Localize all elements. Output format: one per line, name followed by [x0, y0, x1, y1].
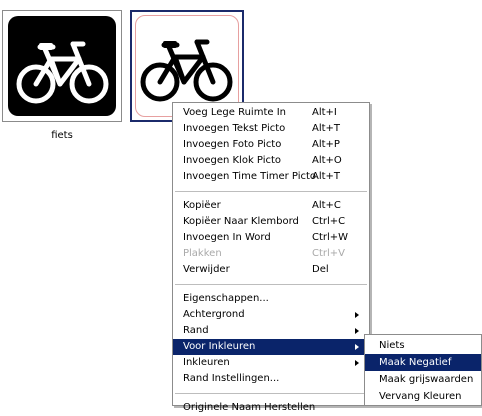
menu-item-voor-inkleuren[interactable]: Voor Inkleuren	[173, 339, 369, 355]
submenu-item-maak-negatief[interactable]: Maak Negatief	[365, 354, 481, 371]
menu-item-shortcut: Ctrl+C	[312, 216, 346, 227]
menu-item-verwijder[interactable]: Verwijder Del	[173, 262, 369, 278]
submenu-item-vervang-kleuren[interactable]: Vervang Kleuren	[365, 388, 481, 405]
menu-item-label: Maak grijswaarden	[379, 374, 474, 385]
submenu-arrow-icon	[355, 344, 359, 350]
menu-item-label: Kopiëer	[183, 200, 221, 211]
submenu-voor-inkleuren: Niets Maak Negatief Maak grijswaarden Ve…	[364, 334, 482, 406]
submenu-item-maak-grijswaarden[interactable]: Maak grijswaarden	[365, 371, 481, 388]
menu-item-label: Vervang Kleuren	[379, 391, 462, 402]
menu-item-shortcut: Alt+C	[312, 200, 341, 211]
submenu-item-niets[interactable]: Niets	[365, 337, 481, 354]
menu-item-shortcut: Alt+O	[312, 155, 342, 166]
menu-item-rand[interactable]: Rand	[173, 323, 369, 339]
menu-item-label: Invoegen Klok Picto	[183, 155, 282, 166]
menu-item-invoegen-foto-picto[interactable]: Invoegen Foto Picto Alt+P	[173, 137, 369, 153]
menu-item-label: Niets	[379, 340, 405, 351]
menu-item-shortcut: Alt+I	[312, 107, 337, 118]
menu-item-invoegen-time-timer-picto[interactable]: Invoegen Time Timer Picto Alt+T	[173, 169, 369, 185]
menu-item-originele-naam-herstellen[interactable]: Originele Naam Herstellen	[173, 400, 369, 416]
menu-item-label: Originele Naam Herstellen	[183, 402, 316, 413]
menu-item-invoegen-in-word[interactable]: Invoegen In Word Ctrl+W	[173, 230, 369, 246]
menu-item-label: Achtergrond	[183, 309, 245, 320]
menu-item-label: Invoegen Time Timer Picto	[183, 171, 317, 182]
menu-item-shortcut: Alt+T	[312, 123, 341, 134]
menu-item-eigenschappen[interactable]: Eigenschappen...	[173, 291, 369, 307]
menu-item-label: Maak Negatief	[379, 357, 452, 368]
menu-item-kopieer[interactable]: Kopiëer Alt+C	[173, 198, 369, 214]
tile-caption: fiets	[51, 130, 73, 141]
pictogram-tile-negative[interactable]	[2, 10, 122, 122]
menu-item-label: Inkleuren	[183, 357, 230, 368]
submenu-arrow-icon	[355, 312, 359, 318]
menu-item-invoegen-klok-picto[interactable]: Invoegen Klok Picto Alt+O	[173, 153, 369, 169]
bicycle-icon	[16, 41, 109, 104]
menu-item-kopieer-naar-klembord[interactable]: Kopiëer Naar Klembord Ctrl+C	[173, 214, 369, 230]
menu-item-shortcut: Del	[312, 264, 329, 275]
menu-item-label: Invoegen Foto Picto	[183, 139, 282, 150]
menu-item-invoegen-tekst-picto[interactable]: Invoegen Tekst Picto Alt+T	[173, 121, 369, 137]
menu-item-shortcut: Alt+T	[312, 171, 341, 182]
menu-item-achtergrond[interactable]: Achtergrond	[173, 307, 369, 323]
menu-item-voeg-lege-ruimte-in[interactable]: Voeg Lege Ruimte In Alt+I	[173, 105, 369, 121]
menu-separator	[175, 191, 367, 192]
menu-separator	[175, 284, 367, 285]
menu-item-plakken: Plakken Ctrl+V	[173, 246, 369, 262]
menu-item-label: Voeg Lege Ruimte In	[183, 107, 286, 118]
context-menu: Voeg Lege Ruimte In Alt+I Invoegen Tekst…	[172, 102, 370, 413]
menu-item-label: Verwijder	[183, 264, 230, 275]
submenu-arrow-icon	[355, 360, 359, 366]
menu-item-label: Invoegen Tekst Picto	[183, 123, 286, 134]
menu-item-label: Rand	[183, 325, 209, 336]
menu-item-shortcut: Ctrl+V	[312, 248, 346, 259]
menu-item-label: Invoegen In Word	[183, 232, 271, 243]
menu-item-label: Eigenschappen...	[183, 293, 269, 304]
menu-item-label: Rand Instellingen...	[183, 373, 280, 384]
menu-item-inkleuren[interactable]: Inkleuren	[173, 355, 369, 371]
menu-item-shortcut: Alt+P	[312, 139, 340, 150]
menu-item-shortcut: Ctrl+W	[312, 232, 349, 243]
submenu-arrow-icon	[355, 328, 359, 334]
menu-item-label: Voor Inkleuren	[183, 341, 256, 352]
menu-item-rand-instellingen[interactable]: Rand Instellingen...	[173, 371, 369, 387]
menu-item-label: Plakken	[183, 248, 222, 259]
menu-item-label: Kopiëer Naar Klembord	[183, 216, 299, 227]
menu-separator	[175, 393, 367, 394]
